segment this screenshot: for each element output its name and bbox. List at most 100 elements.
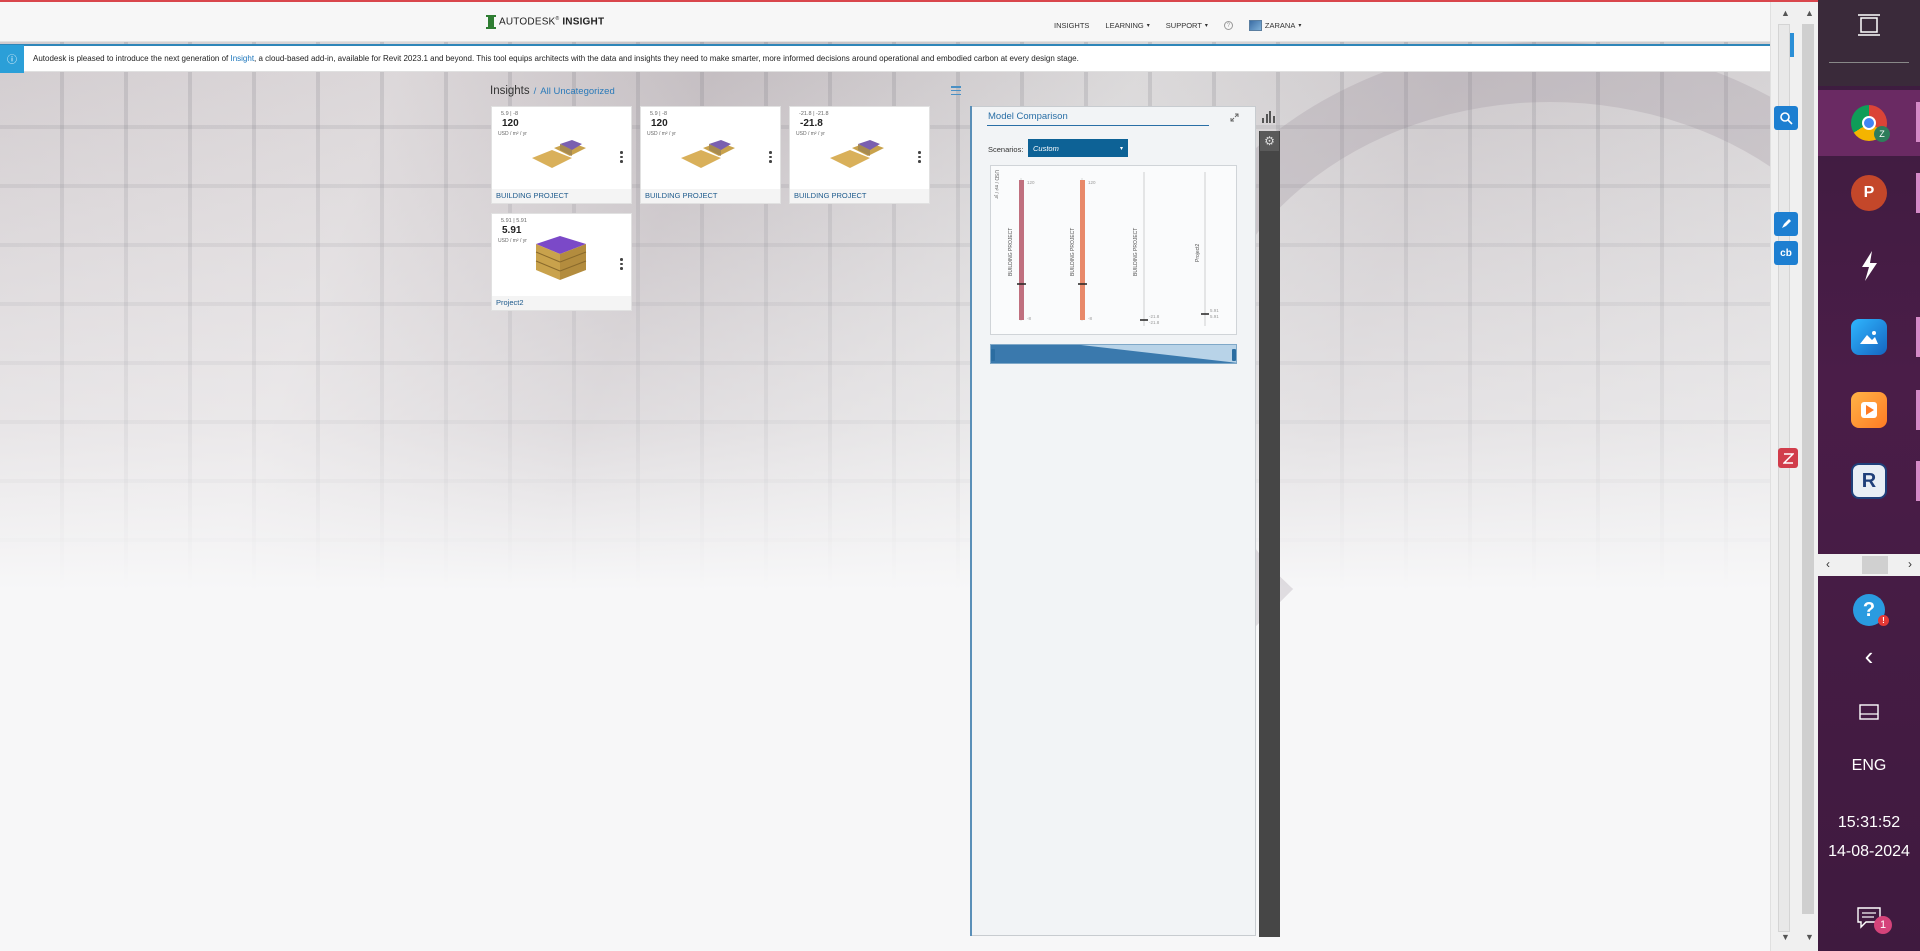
navigator-left-handle[interactable] — [991, 349, 995, 361]
scrollbar-thumb[interactable] — [1802, 24, 1814, 914]
taskbar-app-lightning[interactable] — [1818, 236, 1920, 296]
media-player-icon — [1851, 392, 1887, 428]
y-axis-unit-label: USD / m² / yr — [993, 170, 999, 199]
scroll-down-icon[interactable]: ▼ — [1781, 932, 1790, 942]
zotero-extension-icon[interactable] — [1778, 448, 1798, 468]
more-options-icon[interactable] — [620, 258, 623, 270]
page-title: Insights / All Uncategorized — [490, 85, 615, 97]
bar-top-label: 5.91 — [1210, 308, 1219, 313]
card-project-name[interactable]: BUILDING PROJECT — [645, 191, 718, 200]
insight-card[interactable]: 5.91 | 5.91 5.91 USD / m² / yr Project2 — [491, 213, 632, 311]
chevron-down-icon: ▾ — [1204, 23, 1208, 29]
top-nav: INSIGHTS LEARNING ▾ SUPPORT ▾ ? ZARANA ▾ — [1054, 20, 1301, 31]
card-range: -21.8 | -21.8 — [799, 111, 829, 117]
card-value: 5.91 — [502, 225, 522, 236]
scroll-up-icon[interactable]: ▲ — [1805, 8, 1814, 18]
more-options-icon[interactable] — [620, 151, 623, 163]
windows-taskbar: Z P R ‹ › ? ! ‹ ENG 15:31:52 14-08-2024 … — [1818, 0, 1920, 951]
panel-title: Model Comparison — [988, 111, 1068, 122]
clock-time[interactable]: 15:31:52 — [1818, 814, 1920, 832]
tray-expand-button[interactable]: ‹ — [1818, 628, 1920, 684]
scroller-thumb[interactable] — [1862, 556, 1888, 574]
help-icon[interactable]: ? — [1223, 21, 1233, 30]
browser-content: AUTODESK® INSIGHT INSIGHTS LEARNING ▾ SUP… — [0, 2, 1770, 951]
gear-icon[interactable]: ⚙ — [1260, 131, 1279, 151]
page-scrollbar[interactable]: ▲ ▼ ▲ ▼ — [1770, 2, 1818, 951]
notifications-button[interactable]: 1 — [1818, 892, 1920, 942]
card-project-name[interactable]: BUILDING PROJECT — [496, 191, 569, 200]
chart-navigator[interactable] — [990, 344, 1237, 364]
bar-bottom-label: -8 — [1088, 316, 1092, 321]
user-menu[interactable]: ZARANA ▾ — [1248, 20, 1301, 31]
taskbar-media-player[interactable] — [1818, 380, 1920, 440]
building-thumbnail — [830, 140, 884, 168]
scenario-value: Custom — [1033, 143, 1059, 153]
more-options-icon[interactable] — [918, 151, 921, 163]
brand-prefix: AUTODESK — [499, 16, 556, 28]
bar-top-label: 120 — [1027, 180, 1035, 185]
chevron-left-icon[interactable]: ‹ — [1826, 557, 1830, 571]
breadcrumb-category[interactable]: All Uncategorized — [540, 86, 614, 97]
insight-card[interactable]: -21.8 | -21.8 -21.8 USD / m² / yr BUILDI… — [789, 106, 930, 204]
comparison-chart-svg: USD / m² / yr 120 -8 BUILDING PROJECT 12… — [993, 170, 1219, 326]
list-view-icon[interactable] — [951, 86, 961, 95]
insight-logo-icon — [486, 15, 496, 29]
bar-building-project-1[interactable] — [1019, 180, 1024, 320]
nav-learning[interactable]: LEARNING ▾ — [1105, 21, 1149, 30]
expand-icon[interactable] — [1230, 113, 1239, 122]
help-icon: ? ! — [1853, 594, 1889, 626]
user-name: ZARANA — [1264, 21, 1296, 30]
card-unit: USD / m² / yr — [796, 131, 825, 137]
touch-keyboard-button[interactable] — [1818, 684, 1920, 740]
bar-chart-icon[interactable] — [1262, 111, 1276, 123]
more-options-icon[interactable] — [769, 151, 772, 163]
language-indicator[interactable]: ENG — [1818, 757, 1920, 775]
scrollbar-track — [1778, 24, 1790, 932]
chrome-profile-badge: Z — [1874, 126, 1890, 142]
bar-label: BUILDING PROJECT — [1070, 228, 1076, 276]
task-view-button[interactable] — [1818, 4, 1920, 46]
nav-support[interactable]: SUPPORT ▾ — [1166, 21, 1208, 30]
taskbar-revit[interactable]: R — [1818, 451, 1920, 511]
search-extension-icon[interactable] — [1774, 106, 1798, 130]
card-unit: USD / m² / yr — [647, 131, 676, 137]
bar-top-label: -21.8 — [1149, 314, 1160, 319]
nav-insights[interactable]: INSIGHTS — [1054, 21, 1089, 30]
powerpoint-icon: P — [1851, 175, 1887, 211]
building-thumbnail — [532, 140, 586, 168]
info-banner: ⓘ Autodesk is pleased to introduce the n… — [0, 44, 1770, 73]
insight-card[interactable]: 5.9 | -8 120 USD / m² / yr BUILDING PROJ… — [640, 106, 781, 204]
scroll-position-indicator — [1790, 33, 1794, 57]
brand-logo[interactable]: AUTODESK® INSIGHT — [486, 15, 604, 29]
bar-building-project-2[interactable] — [1080, 180, 1085, 320]
taskbar-chrome[interactable]: Z — [1818, 90, 1920, 156]
card-project-name[interactable]: BUILDING PROJECT — [794, 191, 867, 200]
insights-heading: Insights — [490, 85, 530, 97]
chevron-right-icon[interactable]: › — [1908, 557, 1912, 571]
banner-text: Autodesk is pleased to introduce the nex… — [33, 54, 1079, 63]
app-header: AUTODESK® INSIGHT INSIGHTS LEARNING ▾ SUP… — [0, 2, 1770, 42]
navigator-right-handle[interactable] — [1232, 349, 1236, 361]
chevron-left-icon: ‹ — [1864, 641, 1874, 671]
info-icon: ⓘ — [0, 44, 24, 73]
clock-date[interactable]: 14-08-2024 — [1818, 843, 1920, 861]
bar-label: BUILDING PROJECT — [1008, 228, 1014, 276]
nav-learning-label: LEARNING — [1105, 21, 1144, 30]
bar-bottom-label: -8 — [1027, 316, 1031, 321]
rocket-extension-icon[interactable] — [1774, 212, 1798, 236]
scroll-up-icon[interactable]: ▲ — [1781, 8, 1790, 18]
scroll-down-icon[interactable]: ▼ — [1805, 932, 1814, 942]
taskbar-powerpoint[interactable]: P — [1818, 163, 1920, 223]
card-range: 5.9 | -8 — [501, 111, 519, 117]
comparison-chart[interactable]: USD / m² / yr 120 -8 BUILDING PROJECT 12… — [990, 165, 1237, 335]
avatar — [1248, 20, 1262, 31]
taskbar-photos[interactable] — [1818, 307, 1920, 367]
card-unit: USD / m² / yr — [498, 131, 527, 137]
cb-extension-icon[interactable]: cb — [1774, 241, 1798, 265]
card-unit: USD / m² / yr — [498, 238, 527, 244]
insight-card[interactable]: 5.9 | -8 120 USD / m² / yr BUILDING PROJ… — [491, 106, 632, 204]
card-project-name[interactable]: Project2 — [496, 298, 524, 307]
insight-link[interactable]: Insight — [230, 54, 254, 63]
revit-icon: R — [1851, 463, 1887, 499]
scenario-select[interactable]: Custom ▾ — [1028, 139, 1128, 157]
